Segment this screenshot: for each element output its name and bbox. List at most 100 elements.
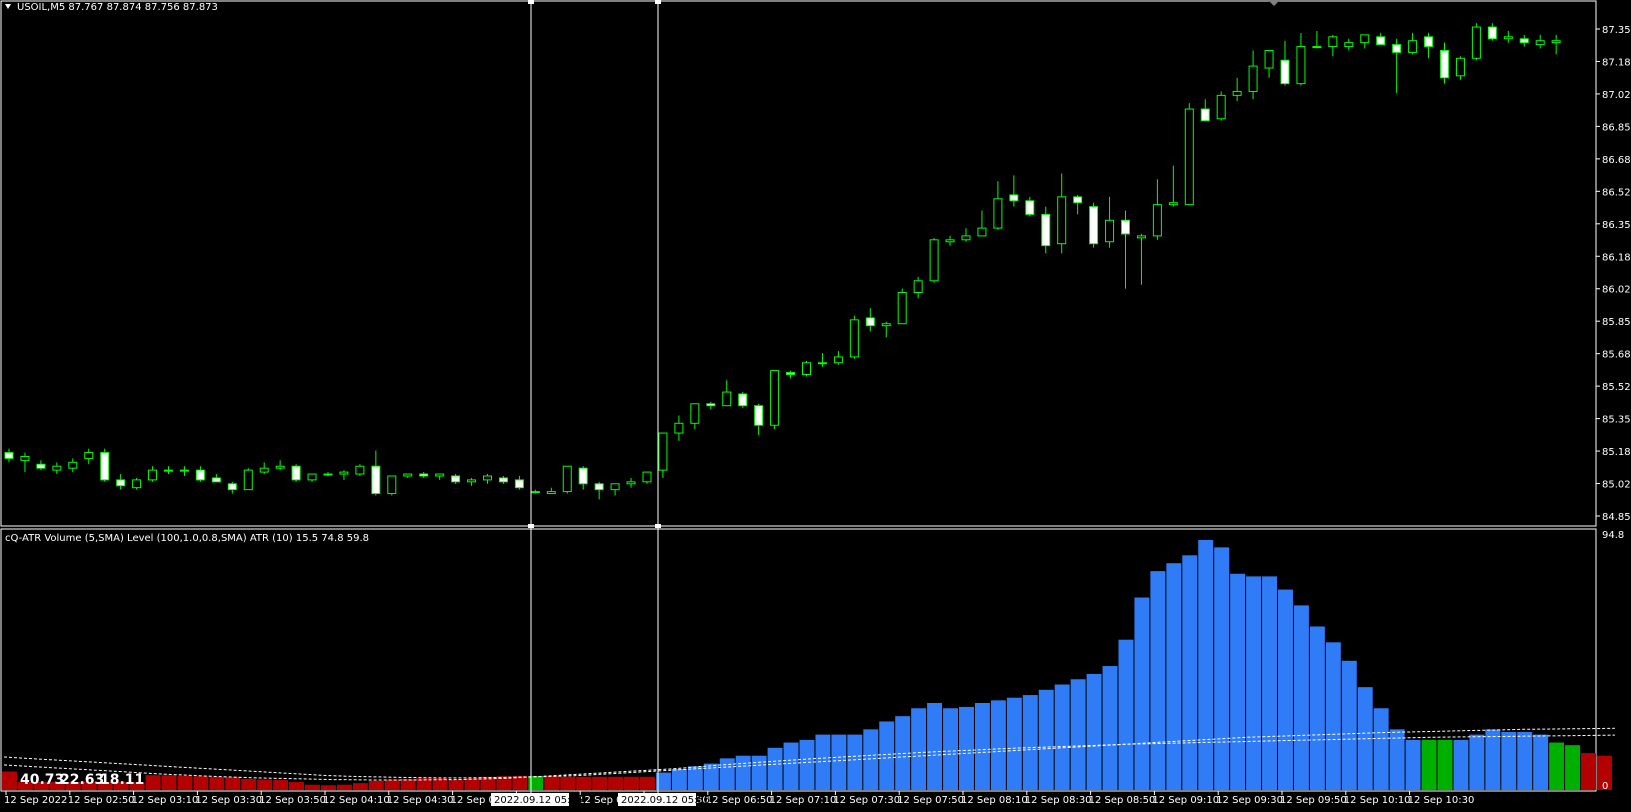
- candle: [1232, 77, 1242, 102]
- candle-body: [1136, 235, 1146, 239]
- histogram-bar: [1278, 589, 1293, 790]
- overlay-value-1: 40.73: [20, 772, 64, 788]
- histogram-bar: [1421, 739, 1437, 790]
- histogram-bar: [384, 779, 400, 790]
- candle-body: [291, 465, 301, 481]
- time-tick-label: 12 Sep 07:10: [770, 795, 837, 806]
- candle-body: [1551, 40, 1561, 44]
- histogram-bar: [783, 742, 799, 790]
- candle-body: [36, 463, 46, 469]
- candle: [1312, 30, 1322, 49]
- candle: [514, 475, 524, 490]
- histogram-bar: [225, 777, 241, 790]
- time-tick-label: 12 Sep 02:50: [68, 795, 135, 806]
- price-tick-label: 85.185: [1602, 447, 1631, 458]
- candle: [1089, 202, 1099, 248]
- candle-body: [610, 483, 620, 491]
- crosshair-handle-left[interactable]: [528, 0, 534, 4]
- candle-body: [84, 452, 94, 459]
- histogram-bar: [1006, 697, 1022, 790]
- candle-body: [179, 469, 189, 472]
- candle: [881, 321, 891, 338]
- candle-body: [1009, 194, 1019, 202]
- crosshair-date-tag-left-text: 2022.09.12 05:15: [494, 795, 583, 806]
- overlay-value-2: 22.63: [60, 772, 104, 788]
- histogram-bar: [608, 776, 624, 790]
- candle-body: [243, 469, 253, 491]
- crosshair-handle-right[interactable]: [655, 0, 661, 4]
- candle: [849, 315, 859, 359]
- histogram-bar: [1054, 684, 1070, 790]
- candle-body: [451, 475, 461, 483]
- symbol-menu-triangle-icon[interactable]: [5, 4, 11, 9]
- candle: [722, 380, 732, 407]
- histogram-bar: [1565, 745, 1581, 790]
- histogram-bar: [1214, 547, 1230, 790]
- candle: [674, 415, 684, 441]
- candle-body: [849, 319, 859, 358]
- histogram-bar: [1309, 626, 1325, 790]
- candle-body: [355, 465, 365, 475]
- histogram-bar: [177, 775, 193, 790]
- candle-body: [706, 403, 716, 407]
- candle: [148, 466, 158, 482]
- candle-body: [1328, 36, 1338, 48]
- histogram-bar: [1293, 605, 1309, 790]
- candle-body: [514, 479, 524, 489]
- price-tick-label: 85.350: [1602, 415, 1631, 426]
- candle-body: [1232, 90, 1242, 96]
- candle-body: [1360, 34, 1370, 44]
- candle: [658, 432, 668, 478]
- candle: [961, 228, 971, 242]
- candle: [1057, 173, 1067, 254]
- candle: [355, 464, 365, 476]
- candle: [20, 452, 30, 473]
- crosshair-handle-right-mid[interactable]: [655, 524, 661, 528]
- candle-body: [1152, 204, 1162, 237]
- candle-body: [259, 467, 269, 473]
- histogram-bar: [1118, 639, 1134, 790]
- candle: [770, 370, 780, 430]
- candle: [817, 353, 827, 367]
- histogram-bar: [927, 702, 943, 790]
- scroll-marker-icon[interactable]: [1269, 1, 1279, 6]
- candle-body: [690, 403, 700, 424]
- candle: [865, 308, 875, 332]
- histogram-bar: [480, 776, 496, 790]
- histogram-bar: [1581, 753, 1596, 790]
- candle-body: [1105, 219, 1115, 243]
- candle: [1551, 34, 1561, 55]
- candle: [1105, 196, 1115, 248]
- atr-volume-histogram: [2, 540, 1612, 790]
- price-tick-label: 85.850: [1602, 317, 1631, 328]
- chart-canvas[interactable]: USOIL,M5 87.767 87.874 87.756 87.873 cQ-…: [0, 0, 1631, 812]
- candle: [1073, 194, 1083, 215]
- candle-body: [116, 479, 126, 487]
- time-tick-label: 12 Sep 10:10: [1344, 795, 1411, 806]
- candle-body: [1168, 202, 1178, 206]
- candle-body: [1121, 219, 1130, 235]
- candle: [387, 475, 397, 496]
- time-axis: 12 Sep 2022 12 Sep 02:5012 Sep 03:1012 Se…: [4, 791, 1474, 806]
- candle: [1184, 103, 1194, 206]
- candle: [435, 473, 445, 480]
- time-tick-label: 12 Sep 08:30: [1025, 795, 1092, 806]
- candle-body: [722, 391, 732, 407]
- histogram-bar: [751, 755, 767, 790]
- candle: [993, 181, 1003, 231]
- histogram-bar: [879, 721, 895, 790]
- crosshair-handle-left-mid[interactable]: [528, 524, 534, 528]
- candle-body: [1376, 36, 1386, 46]
- candle: [626, 477, 636, 488]
- candle: [1200, 99, 1210, 122]
- candle-body: [211, 477, 221, 483]
- candle-body: [1344, 42, 1354, 48]
- candle: [116, 474, 126, 490]
- candle-body: [275, 465, 285, 469]
- price-tick-label: 87.185: [1602, 57, 1631, 68]
- candle: [4, 448, 14, 463]
- histogram-bar: [735, 755, 751, 790]
- candle-body: [1200, 108, 1210, 122]
- candle-body: [1216, 94, 1226, 120]
- histogram-bar: [464, 778, 480, 790]
